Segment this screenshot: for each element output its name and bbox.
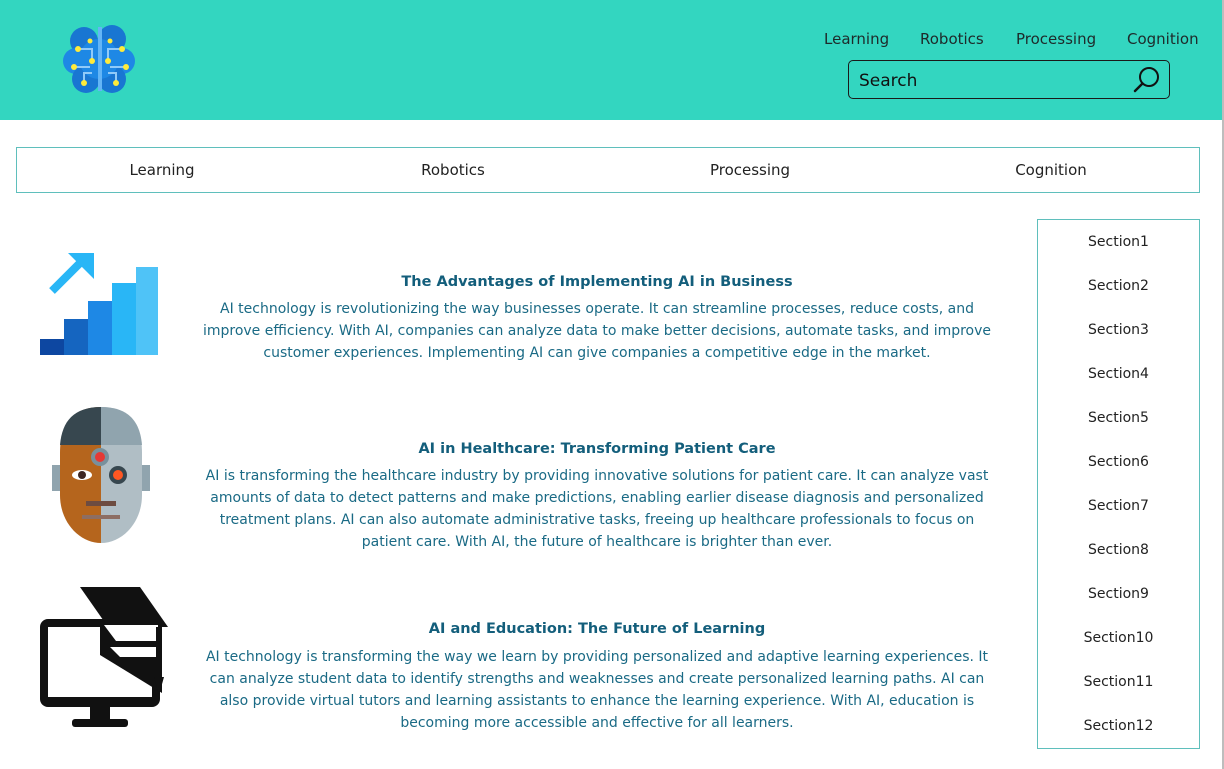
article-body-healthcare: AI is transforming the healthcare indust…	[205, 468, 989, 550]
search-input[interactable]	[857, 67, 1121, 95]
search-box	[848, 60, 1170, 99]
article-title-education: AI and Education: The Future of Learning	[428, 621, 766, 637]
sidebar-item-section2[interactable]: Section2	[1038, 278, 1199, 294]
sub-nav-robotics[interactable]: Robotics	[421, 161, 485, 179]
top-nav-learning[interactable]: Learning	[824, 30, 889, 48]
sidebar-item-section6[interactable]: Section6	[1038, 454, 1199, 470]
sidebar-item-section4[interactable]: Section4	[1038, 366, 1199, 382]
growth-chart-icon	[40, 253, 158, 355]
top-nav-cognition[interactable]: Cognition	[1127, 30, 1199, 48]
sidebar-item-section9[interactable]: Section9	[1038, 586, 1199, 602]
top-nav-processing[interactable]: Processing	[1016, 30, 1096, 48]
article-body-education: AI technology is transforming the way we…	[205, 649, 989, 731]
top-nav: Learning Robotics Processing Cognition	[0, 30, 1222, 50]
cyborg-face-icon	[52, 407, 150, 543]
sidebar-item-section11[interactable]: Section11	[1038, 674, 1199, 690]
sidebar-item-section7[interactable]: Section7	[1038, 498, 1199, 514]
sub-nav-cognition[interactable]: Cognition	[1015, 161, 1087, 179]
sidebar-item-section3[interactable]: Section3	[1038, 322, 1199, 338]
site-header: Learning Robotics Processing Cognition	[0, 0, 1222, 120]
sub-nav-processing[interactable]: Processing	[710, 161, 790, 179]
sidebar-item-section8[interactable]: Section8	[1038, 542, 1199, 558]
graduation-monitor-icon	[40, 587, 168, 727]
sidebar-item-section10[interactable]: Section10	[1038, 630, 1199, 646]
sidebar-item-section5[interactable]: Section5	[1038, 410, 1199, 426]
top-nav-robotics[interactable]: Robotics	[920, 30, 984, 48]
sidebar-item-section1[interactable]: Section1	[1038, 234, 1199, 250]
article-title-healthcare: AI in Healthcare: Transforming Patient C…	[418, 441, 776, 457]
article-body-business: AI technology is revolutionizing the way…	[202, 301, 992, 361]
article-title-business: The Advantages of Implementing AI in Bus…	[401, 274, 793, 290]
secondary-nav: Learning Robotics Processing Cognition	[16, 147, 1200, 193]
search-icon[interactable]	[1133, 66, 1161, 94]
sidebar-item-section12[interactable]: Section12	[1038, 718, 1199, 734]
sub-nav-learning[interactable]: Learning	[129, 161, 194, 179]
section-sidebar: Section1 Section2 Section3 Section4 Sect…	[1037, 219, 1200, 749]
